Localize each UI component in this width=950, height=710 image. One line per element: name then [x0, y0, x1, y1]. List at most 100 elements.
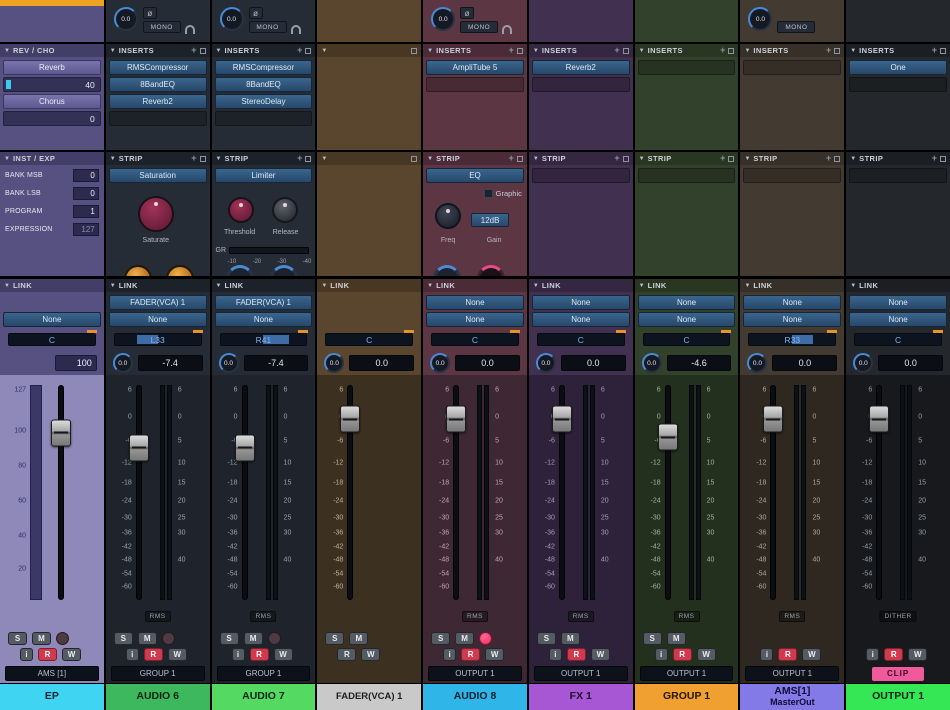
pan-control[interactable]: C: [325, 333, 413, 346]
input-gain-knob[interactable]: 0.0: [114, 7, 138, 31]
monitor-button[interactable]: i: [549, 648, 562, 661]
trim-knob[interactable]: 0.0: [219, 353, 239, 373]
section-header[interactable]: ▼ LINK: [0, 279, 104, 292]
param-value[interactable]: 127: [73, 223, 99, 236]
add-icon[interactable]: +: [614, 154, 619, 163]
clip-indicator[interactable]: CLIP: [872, 667, 924, 681]
meter-mode-label[interactable]: RMS: [779, 611, 805, 622]
strip-knob[interactable]: [166, 265, 194, 276]
automation-read-button[interactable]: R: [884, 648, 903, 661]
output-routing[interactable]: GROUP 1: [111, 666, 205, 681]
solo-button[interactable]: S: [8, 632, 27, 645]
automation-read-button[interactable]: R: [778, 648, 797, 661]
link-slot[interactable]: None: [426, 312, 524, 327]
pan-control[interactable]: C: [8, 333, 96, 346]
add-icon[interactable]: +: [932, 46, 937, 55]
channel-name[interactable]: AUDIO 6: [106, 684, 210, 710]
strip-slot-empty[interactable]: [638, 168, 736, 183]
monitor-button[interactable]: i: [655, 648, 668, 661]
automation-read-button[interactable]: R: [38, 648, 57, 661]
pan-control[interactable]: R33: [748, 333, 836, 346]
mute-button[interactable]: M: [667, 632, 686, 645]
eq-band-button[interactable]: 12dB: [471, 213, 509, 227]
lock-icon[interactable]: [834, 48, 840, 54]
threshold-knob[interactable]: [228, 197, 254, 223]
insert-slot[interactable]: Reverb2: [109, 94, 207, 109]
output-routing[interactable]: OUTPUT 1: [745, 666, 839, 681]
monitor-button[interactable]: i: [760, 648, 773, 661]
link-slot[interactable]: None: [426, 295, 524, 310]
link-slot[interactable]: None: [215, 312, 313, 327]
fader-value[interactable]: -4.6: [667, 355, 732, 371]
strip-knob[interactable]: [124, 265, 152, 276]
automation-write-button[interactable]: W: [697, 648, 716, 661]
section-header[interactable]: ▼ STRIP +: [529, 152, 633, 165]
strip-slot-empty[interactable]: [532, 168, 630, 183]
link-slot[interactable]: None: [532, 295, 630, 310]
section-header[interactable]: ▼ INST / EXP: [0, 152, 104, 165]
fader-handle[interactable]: [763, 406, 783, 433]
strip-slot-empty[interactable]: [743, 168, 841, 183]
automation-write-button[interactable]: W: [168, 648, 187, 661]
mono-button[interactable]: MONO: [143, 21, 181, 33]
saturate-knob[interactable]: [138, 196, 174, 232]
lock-icon[interactable]: [517, 156, 523, 162]
solo-button[interactable]: S: [643, 632, 662, 645]
mono-button[interactable]: MONO: [249, 21, 287, 33]
automation-write-button[interactable]: W: [62, 648, 81, 661]
pan-control[interactable]: R41: [220, 333, 308, 346]
meter-mode-label[interactable]: RMS: [568, 611, 594, 622]
param-value[interactable]: 0: [73, 169, 99, 182]
add-icon[interactable]: +: [509, 154, 514, 163]
release-knob[interactable]: [272, 197, 298, 223]
mono-button[interactable]: MONO: [777, 21, 815, 33]
channel-name[interactable]: FADER(VCA) 1: [317, 684, 421, 710]
channel-name[interactable]: GROUP 1: [635, 684, 739, 710]
add-icon[interactable]: +: [720, 46, 725, 55]
lock-icon[interactable]: [517, 48, 523, 54]
lock-icon[interactable]: [728, 48, 734, 54]
output-routing[interactable]: GROUP 1: [217, 666, 311, 681]
fader-track[interactable]: [58, 385, 64, 600]
insert-slot[interactable]: RMSCompressor: [109, 60, 207, 75]
add-icon[interactable]: +: [932, 154, 937, 163]
fader-handle[interactable]: [658, 424, 678, 451]
section-header[interactable]: ▼ INSERTS +: [212, 44, 316, 57]
section-header[interactable]: ▼ LINK: [846, 279, 950, 292]
phase-invert-button[interactable]: ø: [143, 7, 157, 19]
midi-send-slot[interactable]: Reverb: [3, 60, 101, 75]
monitor-button[interactable]: i: [232, 648, 245, 661]
strip-slot-empty[interactable]: [849, 168, 947, 183]
monitor-button[interactable]: i: [126, 648, 139, 661]
input-gain-knob[interactable]: 0.0: [748, 7, 772, 31]
section-header[interactable]: ▼ LINK: [423, 279, 527, 292]
output-routing[interactable]: AMS [1]: [5, 666, 99, 681]
channel-name[interactable]: AMS[1] MasterOut: [740, 684, 844, 710]
link-slot[interactable]: None: [3, 312, 101, 327]
fader-value[interactable]: -7.4: [138, 355, 203, 371]
lock-icon[interactable]: [940, 156, 946, 162]
automation-read-button[interactable]: R: [673, 648, 692, 661]
lock-icon[interactable]: [200, 48, 206, 54]
meter-mode-label[interactable]: RMS: [462, 611, 488, 622]
link-slot[interactable]: None: [743, 295, 841, 310]
lock-icon[interactable]: [200, 156, 206, 162]
monitor-button[interactable]: i: [443, 648, 456, 661]
input-gain-knob[interactable]: 0.0: [220, 7, 244, 31]
insert-slot-empty[interactable]: [743, 60, 841, 75]
lock-icon[interactable]: [728, 156, 734, 162]
insert-slot[interactable]: 8BandEQ: [215, 77, 313, 92]
insert-slot[interactable]: 8BandEQ: [109, 77, 207, 92]
section-header[interactable]: ▼ LINK: [212, 279, 316, 292]
section-header[interactable]: ▼ STRIP +: [423, 152, 527, 165]
solo-button[interactable]: S: [431, 632, 450, 645]
strip-knob[interactable]: [433, 265, 461, 276]
link-slot[interactable]: FADER(VCA) 1: [109, 295, 207, 310]
phase-invert-button[interactable]: ø: [460, 7, 474, 19]
headphones-icon[interactable]: [185, 25, 195, 32]
fader-handle[interactable]: [340, 406, 360, 433]
param-value[interactable]: 1: [73, 205, 99, 218]
solo-button[interactable]: S: [220, 632, 239, 645]
section-header[interactable]: ▼ STRIP +: [212, 152, 316, 165]
meter-mode-label[interactable]: RMS: [250, 611, 276, 622]
